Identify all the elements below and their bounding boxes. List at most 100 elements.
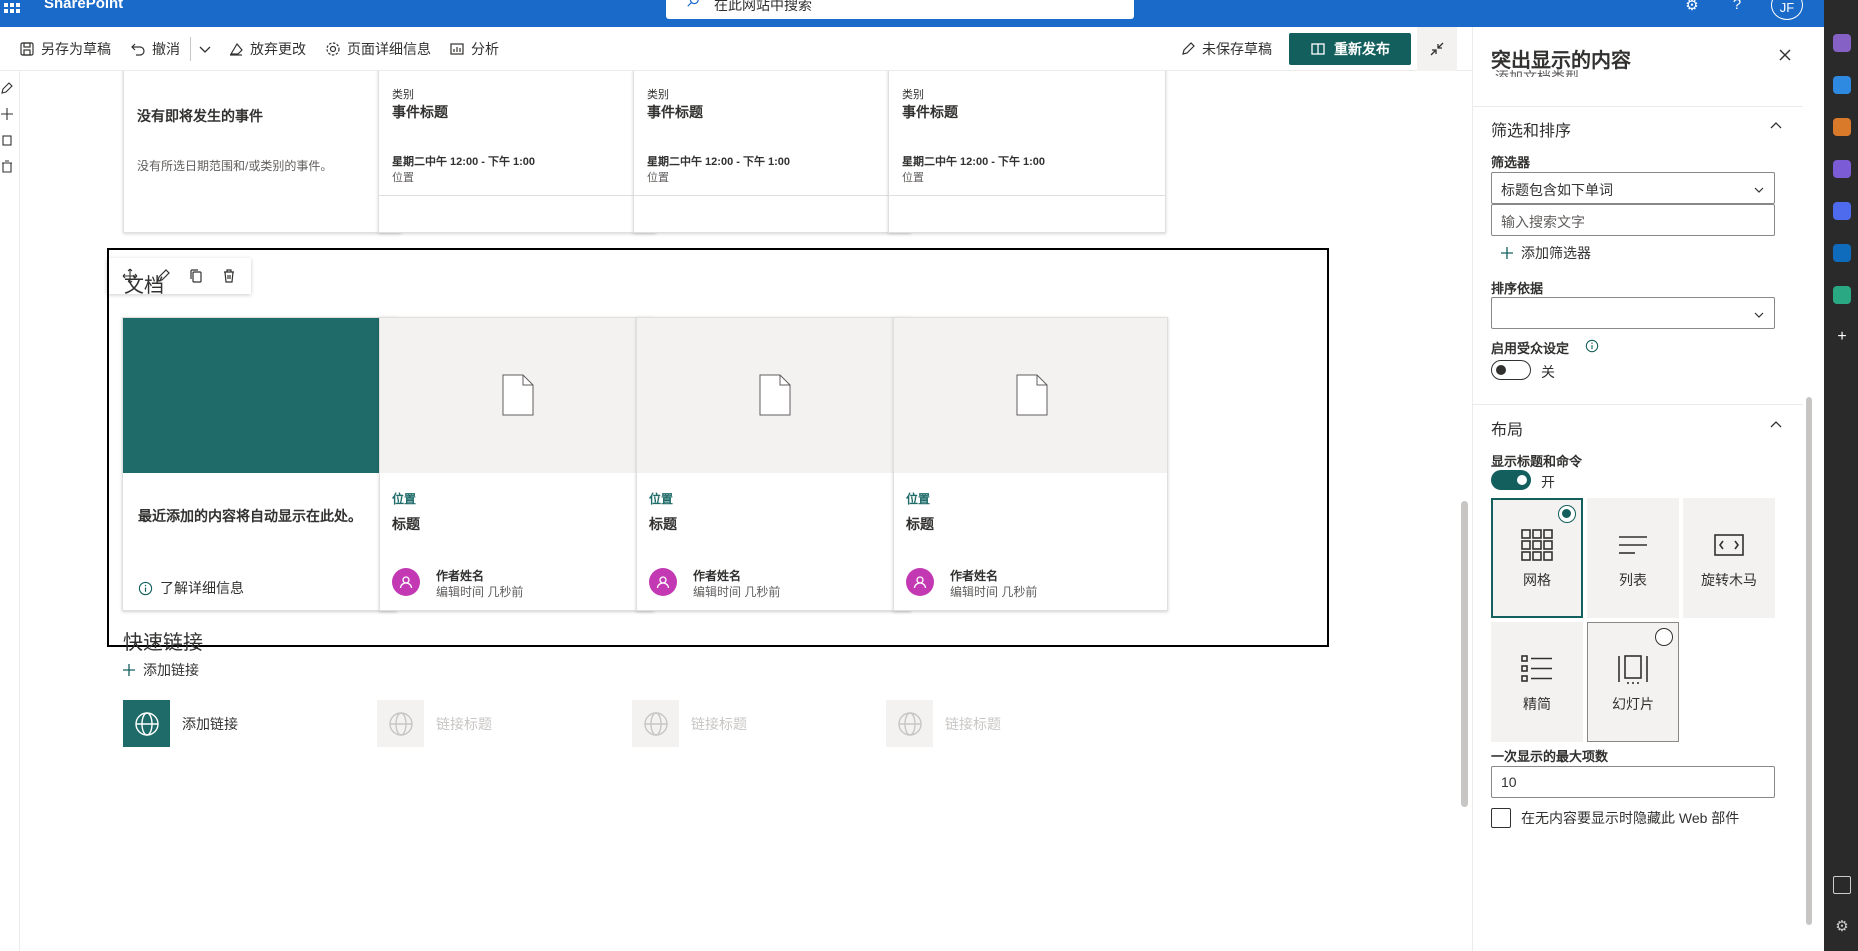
pane-divider [1473, 106, 1803, 107]
event-time: 星期二中午 12:00 - 下午 1:00 [647, 156, 791, 168]
more-undo-dropdown[interactable] [197, 38, 213, 60]
analytics-icon [450, 43, 464, 55]
add-app-icon[interactable]: + [1833, 328, 1851, 346]
edited-time: 编辑时间 几秒前 [950, 585, 1038, 599]
document-card[interactable]: 位置 标题 作者姓名 编辑时间 几秒前 [636, 317, 911, 611]
panel-toggle-icon[interactable] [1833, 876, 1851, 894]
filter-dropdown[interactable]: 标题包含如下单词 [1491, 172, 1775, 204]
site-search-box[interactable]: 在此网站中搜索 [666, 0, 1134, 19]
max-items-value: 10 [1501, 774, 1517, 790]
pane-divider [1473, 404, 1803, 405]
quick-link-item[interactable]: 链接标题 [632, 700, 747, 747]
user-avatar[interactable]: JF [1771, 0, 1803, 20]
page-details-label: 页面详细信息 [347, 41, 431, 57]
quick-link-item[interactable]: 添加链接 [123, 700, 238, 747]
layout-option-grid[interactable]: 网格 [1491, 498, 1583, 618]
undo-button[interactable]: 撤消 [130, 38, 180, 60]
settings-icon[interactable]: ⚙ [1681, 0, 1703, 18]
document-title: 标题 [392, 516, 420, 532]
outlook-app-icon[interactable] [1833, 244, 1851, 262]
file-icon [759, 374, 791, 416]
layout-label: 网格 [1523, 571, 1551, 588]
search-placeholder: 在此网站中搜索 [714, 0, 812, 13]
document-card[interactable]: 位置 标题 作者姓名 编辑时间 几秒前 [379, 317, 654, 611]
canvas-scrollbar[interactable] [1458, 71, 1472, 951]
tree-app-icon[interactable] [1833, 286, 1851, 304]
help-icon[interactable]: ? [1726, 0, 1748, 18]
event-card[interactable]: 类别 事件标题 星期二中午 12:00 - 下午 1:00 位置 [378, 71, 656, 233]
layout-option-slideshow[interactable]: 幻灯片 [1587, 622, 1679, 742]
copilot-icon[interactable] [1833, 34, 1851, 52]
save-draft-button[interactable]: 另存为草稿 [19, 38, 111, 60]
section-edit-rail [0, 71, 20, 951]
document-card[interactable]: 位置 标题 作者姓名 编辑时间 几秒前 [893, 317, 1168, 611]
grid-icon [1521, 528, 1553, 561]
add-document-type-link[interactable]: 添加文档类型 [1495, 67, 1579, 77]
suite-bar: SharePoint 在此网站中搜索 ⚙ ? JF [0, 0, 1858, 27]
settings-icon[interactable]: ⚙ [1833, 918, 1851, 936]
learn-more-link[interactable]: 了解详细信息 [138, 578, 244, 598]
gear-icon [326, 42, 340, 56]
move-section-icon[interactable] [0, 107, 14, 121]
audience-state: 关 [1541, 364, 1555, 380]
property-pane: 突出显示的内容 添加文档类型 筛选和排序 筛选器 标题包含如下单词 输入搜索文字… [1472, 27, 1824, 951]
briefcase-app-icon[interactable] [1833, 118, 1851, 136]
edit-section-icon[interactable] [0, 81, 14, 95]
brand-name[interactable]: SharePoint [44, 0, 123, 12]
info-icon[interactable] [1585, 339, 1599, 353]
audience-toggle[interactable] [1491, 360, 1531, 380]
document-location: 位置 [392, 492, 417, 506]
filter-sort-header[interactable]: 筛选和排序 [1491, 117, 1571, 141]
sort-dropdown[interactable] [1491, 297, 1775, 329]
layout-option-list[interactable]: 列表 [1587, 498, 1679, 618]
page-details-button[interactable]: 页面详细信息 [325, 38, 431, 60]
add-filter-label: 添加筛选器 [1521, 245, 1591, 261]
scrollbar-thumb[interactable] [1461, 501, 1468, 807]
quick-link-label: 链接标题 [691, 715, 747, 732]
hide-webpart-label: 在无内容要显示时隐藏此 Web 部件 [1521, 810, 1740, 826]
quick-link-label: 链接标题 [436, 715, 492, 732]
app-launcher-icon[interactable] [4, 0, 22, 14]
layout-option-compact[interactable]: 精简 [1491, 622, 1583, 742]
compact-list-icon [1521, 654, 1552, 682]
chevron-up-icon[interactable] [1769, 418, 1783, 432]
quick-links-title[interactable]: 快速链接 [123, 626, 203, 655]
quick-link-label: 添加链接 [182, 715, 238, 732]
show-title-toggle[interactable] [1491, 470, 1531, 490]
list-icon [1619, 535, 1647, 554]
collapse-icon [1430, 42, 1444, 56]
add-link-button[interactable]: 添加链接 [123, 660, 199, 680]
quick-link-item[interactable]: 链接标题 [886, 700, 1001, 747]
republish-button[interactable]: 重新发布 [1289, 33, 1411, 65]
event-title: 事件标题 [902, 104, 958, 120]
add-filter-button[interactable]: 添加筛选器 [1501, 243, 1591, 263]
quick-link-item[interactable]: 链接标题 [377, 700, 492, 747]
duplicate-section-icon[interactable] [0, 133, 14, 147]
document-location: 位置 [649, 492, 674, 506]
pane-scrollbar[interactable] [1802, 27, 1816, 951]
people-app-icon[interactable] [1833, 160, 1851, 178]
audience-label: 启用受众设定 [1491, 341, 1570, 356]
chevron-up-icon[interactable] [1769, 119, 1783, 133]
close-icon[interactable] [1777, 47, 1793, 63]
delete-section-icon[interactable] [0, 159, 14, 173]
scrollbar-thumb[interactable] [1806, 397, 1812, 925]
analytics-button[interactable]: 分析 [449, 38, 499, 60]
event-card[interactable]: 类别 事件标题 星期二中午 12:00 - 下午 1:00 位置 [888, 71, 1166, 233]
layout-option-carousel[interactable]: 旋转木马 [1683, 498, 1775, 618]
webpart-title[interactable]: 文档 [124, 269, 164, 298]
search-text-input[interactable]: 输入搜索文字 [1491, 204, 1775, 236]
hide-webpart-checkbox[interactable]: 在无内容要显示时隐藏此 Web 部件 [1491, 808, 1739, 828]
author-name: 作者姓名 [950, 569, 999, 583]
layout-label: 列表 [1619, 571, 1647, 588]
layout-header[interactable]: 布局 [1491, 416, 1523, 440]
highlighted-content-webpart[interactable]: 文档 最近添加的内容将自动显示在此处。 了解详细信息 位置 标题 作者姓名 编辑… [107, 248, 1329, 647]
max-items-input[interactable]: 10 [1491, 766, 1775, 798]
discard-changes-button[interactable]: 放弃更改 [228, 38, 306, 60]
discard-icon [229, 42, 243, 56]
layout-options: 网格 列表 旋转木马 精简 幻灯片 [1491, 498, 1776, 742]
loop-app-icon[interactable] [1833, 202, 1851, 220]
event-card[interactable]: 类别 事件标题 星期二中午 12:00 - 下午 1:00 位置 [633, 71, 911, 233]
tag-app-icon[interactable] [1833, 76, 1851, 94]
collapse-pane-button[interactable] [1417, 27, 1457, 71]
